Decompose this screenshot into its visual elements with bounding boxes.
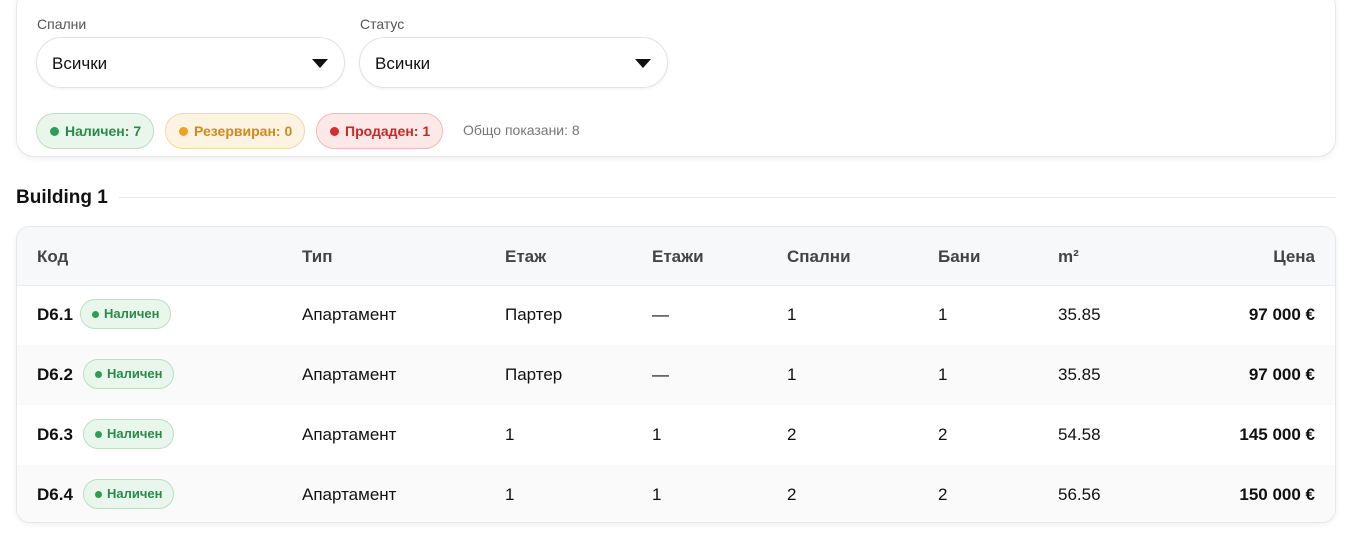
header-type: Тип [302, 247, 333, 266]
header-floor: Етаж [505, 247, 547, 266]
green-dot-icon [95, 371, 102, 378]
unit-floors: — [652, 305, 669, 324]
status-filter-label: Статус [360, 16, 405, 32]
status-select-value: Всички [375, 54, 431, 73]
unit-baths: 1 [938, 305, 948, 324]
status-badge-label: Наличен [107, 366, 163, 381]
unit-area: 54.58 [1058, 425, 1101, 444]
table-row[interactable]: D6.2 Наличен Апартамент Партер — 1 1 35.… [17, 345, 1335, 405]
status-badge-label: Наличен [107, 486, 163, 501]
header-floors: Етажи [652, 247, 704, 266]
unit-type: Апартамент [302, 365, 397, 384]
available-count-label: Наличен: 7 [65, 123, 142, 139]
section-title: Building 1 [16, 187, 108, 208]
table-row[interactable]: D6.3 Наличен Апартамент 1 1 2 2 54.58 14… [17, 405, 1335, 465]
status-badge-label: Наличен [104, 306, 160, 321]
header-code: Код [37, 247, 69, 266]
status-badge-label: Наличен [107, 426, 163, 441]
unit-area: 35.85 [1058, 305, 1101, 324]
unit-code: D6.1 [37, 305, 73, 324]
header-price: Цена [1273, 247, 1315, 266]
orange-dot-icon [179, 127, 188, 136]
unit-type: Апартамент [302, 425, 397, 444]
table-row[interactable]: D6.4 Наличен Апартамент 1 1 2 2 56.56 15… [17, 465, 1335, 522]
status-badge: Наличен [83, 479, 174, 509]
unit-type: Апартамент [302, 305, 397, 324]
unit-code: D6.2 [37, 365, 73, 384]
unit-price: 97 000 € [1248, 365, 1315, 384]
units-table: Код Тип Етаж Етажи Спални Бани m² Цена D… [16, 226, 1336, 523]
available-count-badge[interactable]: Наличен: 7 [36, 113, 155, 149]
header-area: m² [1058, 247, 1079, 266]
unit-type: Апартамент [302, 485, 397, 504]
green-dot-icon [92, 311, 99, 318]
unit-bedrooms: 1 [787, 305, 797, 324]
caret-down-icon [635, 59, 651, 68]
section-divider [119, 197, 1336, 198]
unit-bedrooms: 2 [787, 485, 797, 504]
reserved-count-label: Резервиран: 0 [194, 123, 293, 139]
unit-baths: 1 [938, 365, 948, 384]
bedrooms-select-value: Всички [52, 54, 108, 73]
unit-floor: 1 [505, 485, 515, 504]
sold-count-badge[interactable]: Продаден: 1 [316, 113, 444, 149]
unit-baths: 2 [938, 485, 948, 504]
unit-floor: 1 [505, 425, 515, 444]
table-row[interactable]: D6.1 Наличен Апартамент Партер — 1 1 35.… [17, 285, 1335, 345]
unit-price: 97 000 € [1248, 305, 1315, 324]
green-dot-icon [50, 127, 59, 136]
status-badge: Наличен [83, 419, 174, 449]
unit-price: 150 000 € [1239, 485, 1315, 504]
status-badge: Наличен [83, 359, 174, 389]
caret-down-icon [312, 59, 328, 68]
bedrooms-filter-label: Спални [37, 16, 87, 32]
green-dot-icon [95, 431, 102, 438]
unit-area: 35.85 [1058, 365, 1101, 384]
status-select[interactable]: Всички [359, 37, 668, 88]
header-baths: Бани [938, 247, 981, 266]
unit-bedrooms: 2 [787, 425, 797, 444]
unit-code: D6.4 [37, 485, 73, 504]
unit-price: 145 000 € [1239, 425, 1315, 444]
unit-code: D6.3 [37, 425, 73, 444]
header-bedrooms: Спални [787, 247, 851, 266]
bedrooms-select[interactable]: Всички [36, 37, 345, 88]
unit-bedrooms: 1 [787, 365, 797, 384]
red-dot-icon [330, 127, 339, 136]
table-header: Код Тип Етаж Етажи Спални Бани m² Цена [17, 227, 1335, 286]
unit-floors: 1 [652, 425, 662, 444]
unit-baths: 2 [938, 425, 948, 444]
unit-floor: Партер [505, 305, 563, 324]
reserved-count-badge[interactable]: Резервиран: 0 [165, 113, 306, 149]
total-shown-text: Общо показани: 8 [463, 122, 580, 138]
unit-floors: 1 [652, 485, 662, 504]
unit-floor: Партер [505, 365, 563, 384]
sold-count-label: Продаден: 1 [345, 123, 431, 139]
status-badge: Наличен [80, 299, 171, 329]
unit-area: 56.56 [1058, 485, 1101, 504]
green-dot-icon [95, 491, 102, 498]
unit-floors: — [652, 365, 669, 384]
